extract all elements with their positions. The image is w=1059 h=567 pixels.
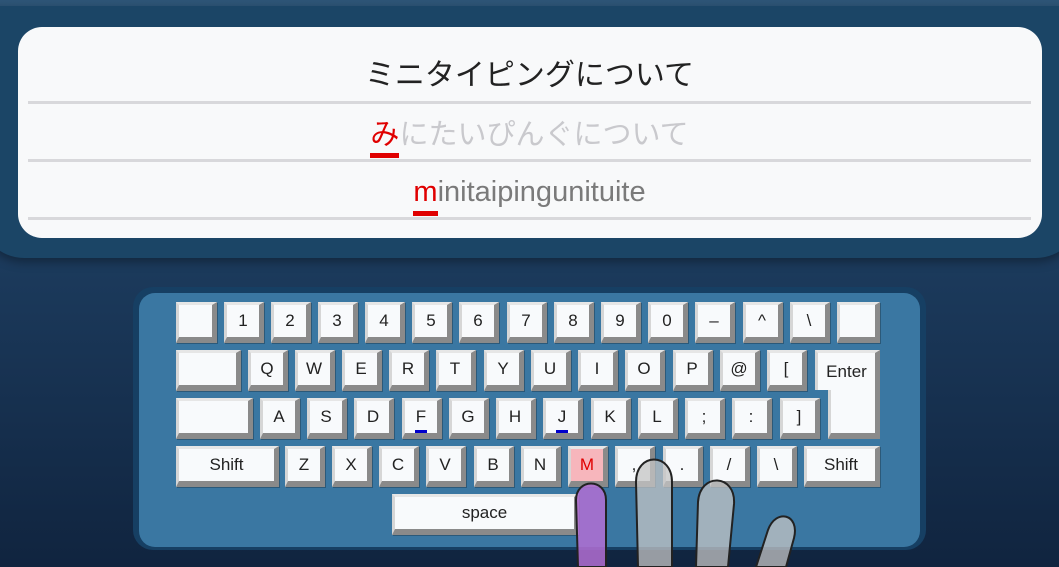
key-s: S xyxy=(307,398,347,439)
home-position-marker xyxy=(556,430,568,433)
key-k: K xyxy=(591,398,631,439)
kana-text: みにたいぴんぐについて xyxy=(370,117,689,158)
prompt-panel: ミニタイピングについて みにたいぴんぐについて minitaipingunitu… xyxy=(18,27,1042,238)
key-tab xyxy=(176,350,241,391)
key-1: 1 xyxy=(224,302,264,343)
key-2: 2 xyxy=(271,302,311,343)
finger-index-icon xyxy=(574,482,607,567)
key-d: D xyxy=(354,398,394,439)
key-hankaku xyxy=(176,302,217,343)
kana-current-char: み xyxy=(370,117,400,158)
key-4: 4 xyxy=(365,302,405,343)
key-w: W xyxy=(295,350,335,391)
key-n: N xyxy=(521,446,561,487)
key-f: F xyxy=(402,398,442,439)
key-a: A xyxy=(260,398,300,439)
key-8: 8 xyxy=(554,302,594,343)
home-position-marker xyxy=(415,430,427,433)
key-x: X xyxy=(332,446,372,487)
key-at: @ xyxy=(720,350,760,391)
key-u: U xyxy=(531,350,571,391)
key-0: 0 xyxy=(648,302,688,343)
key-9: 9 xyxy=(601,302,641,343)
key-l: L xyxy=(638,398,678,439)
romaji-text: minitaipingunituite xyxy=(413,176,646,216)
key-bracket-open: [ xyxy=(767,350,807,391)
key-r: R xyxy=(389,350,429,391)
key-7: 7 xyxy=(507,302,547,343)
key-caps xyxy=(176,398,253,439)
key-enter: Enter xyxy=(815,350,880,390)
key-6: 6 xyxy=(459,302,499,343)
key-space: space xyxy=(392,494,579,535)
key-v: V xyxy=(426,446,466,487)
prompt-kana-line: みにたいぴんぐについて xyxy=(28,104,1031,162)
key-minus: – xyxy=(695,302,735,343)
key-y: Y xyxy=(484,350,524,391)
key-b: B xyxy=(474,446,514,487)
key-colon: : xyxy=(732,398,772,439)
kana-remaining: にたいぴんぐについて xyxy=(399,117,689,151)
key-g: G xyxy=(449,398,489,439)
key-j-label: J xyxy=(557,407,567,426)
key-5: 5 xyxy=(412,302,452,343)
key-j: J xyxy=(543,398,583,439)
finger-middle-icon xyxy=(634,458,673,567)
key-e: E xyxy=(342,350,382,391)
prompt-title-line: ミニタイピングについて xyxy=(28,45,1031,104)
key-p: P xyxy=(673,350,713,391)
key-o: O xyxy=(625,350,665,391)
key-caret: ^ xyxy=(743,302,783,343)
key-semicolon: ; xyxy=(685,398,725,439)
romaji-current-char: m xyxy=(413,176,438,216)
key-3: 3 xyxy=(318,302,358,343)
key-bracket-close: ] xyxy=(780,398,820,439)
romaji-remaining: initaipingunituite xyxy=(437,176,646,208)
key-h: H xyxy=(496,398,536,439)
key-enter-lower xyxy=(828,386,880,439)
prompt-title: ミニタイピングについて xyxy=(364,58,695,93)
key-q: Q xyxy=(248,350,288,391)
key-f-label: F xyxy=(415,407,427,426)
key-i: I xyxy=(578,350,618,391)
finger-pinky-icon xyxy=(754,515,796,567)
key-shift-left: Shift xyxy=(176,446,279,487)
key-c: C xyxy=(379,446,419,487)
key-yen: \ xyxy=(790,302,830,343)
guide-hand-icon xyxy=(574,458,796,567)
key-backspace xyxy=(837,302,880,343)
finger-ring-icon xyxy=(694,479,736,567)
key-t: T xyxy=(436,350,476,391)
key-z: Z xyxy=(285,446,325,487)
prompt-romaji-line: minitaipingunituite xyxy=(28,162,1031,220)
